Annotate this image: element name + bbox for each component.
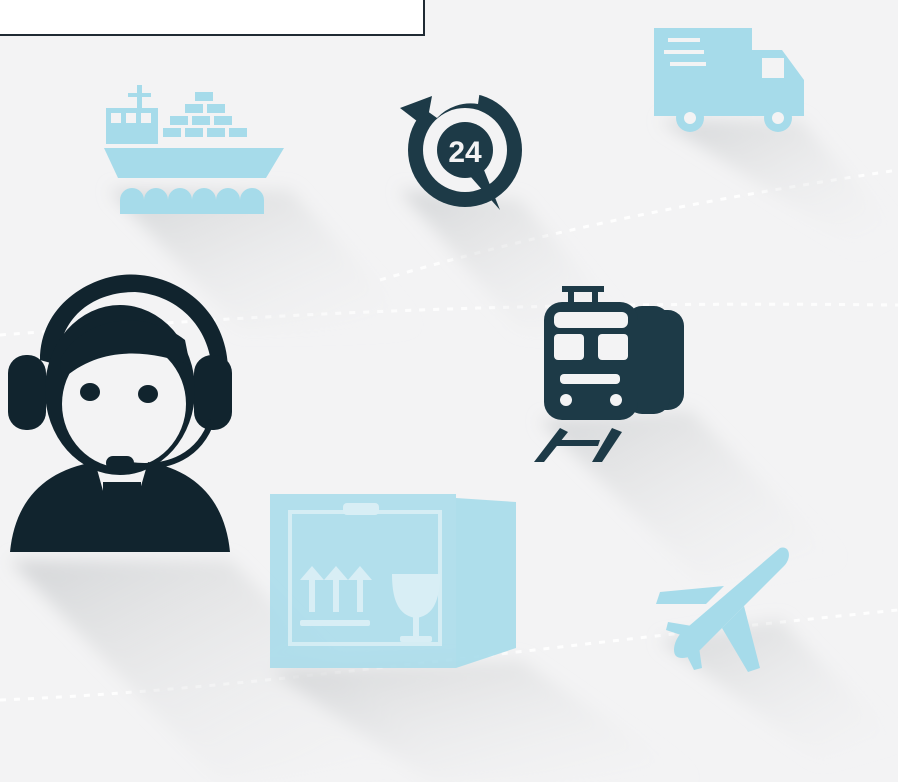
delivery-truck-icon [654, 28, 804, 132]
logistics-illustration: 24 [0, 28, 898, 782]
fragile-package-icon [270, 494, 516, 668]
customer-service-agent-icon [8, 274, 232, 552]
clock-badge-number: 24 [448, 136, 482, 169]
cargo-ship-icon [104, 85, 284, 214]
